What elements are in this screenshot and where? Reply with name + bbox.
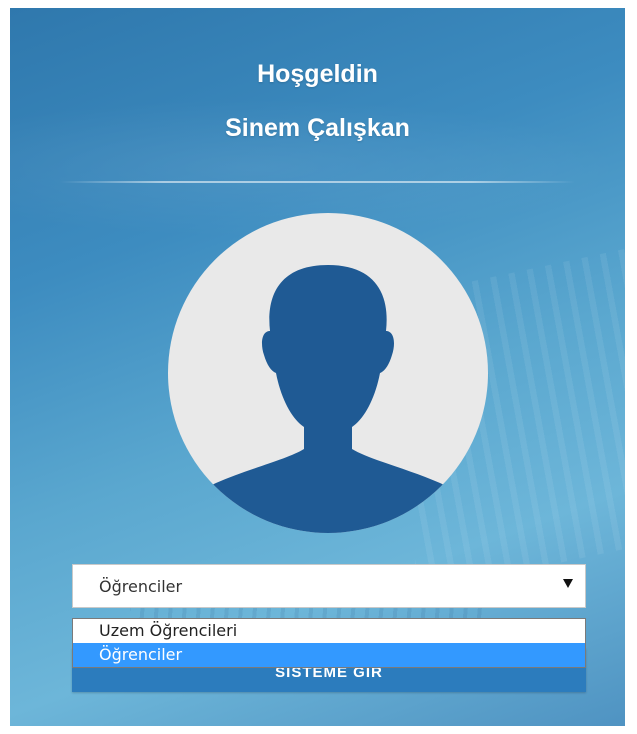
role-select[interactable]: Öğrenciler xyxy=(72,564,586,608)
avatar xyxy=(168,213,488,533)
login-panel: Hoşgeldin Sinem Çalışkan Öğrenciler SİST… xyxy=(10,8,625,726)
header-divider xyxy=(60,181,575,183)
welcome-text: Hoşgeldin xyxy=(257,60,378,88)
user-name: Sinem Çalışkan xyxy=(225,114,410,142)
role-select-area: Öğrenciler SİSTEME GİR Uzem Öğrencileri … xyxy=(72,564,586,692)
role-select-options: Uzem Öğrencileri Öğrenciler xyxy=(72,618,586,668)
user-silhouette-icon xyxy=(168,213,488,533)
role-option-uzem-ogrencileri[interactable]: Uzem Öğrencileri xyxy=(73,619,585,643)
triangle-down-icon[interactable] xyxy=(563,579,573,588)
role-option-ogrenciler[interactable]: Öğrenciler xyxy=(73,643,585,667)
role-select-value: Öğrenciler xyxy=(99,577,183,596)
